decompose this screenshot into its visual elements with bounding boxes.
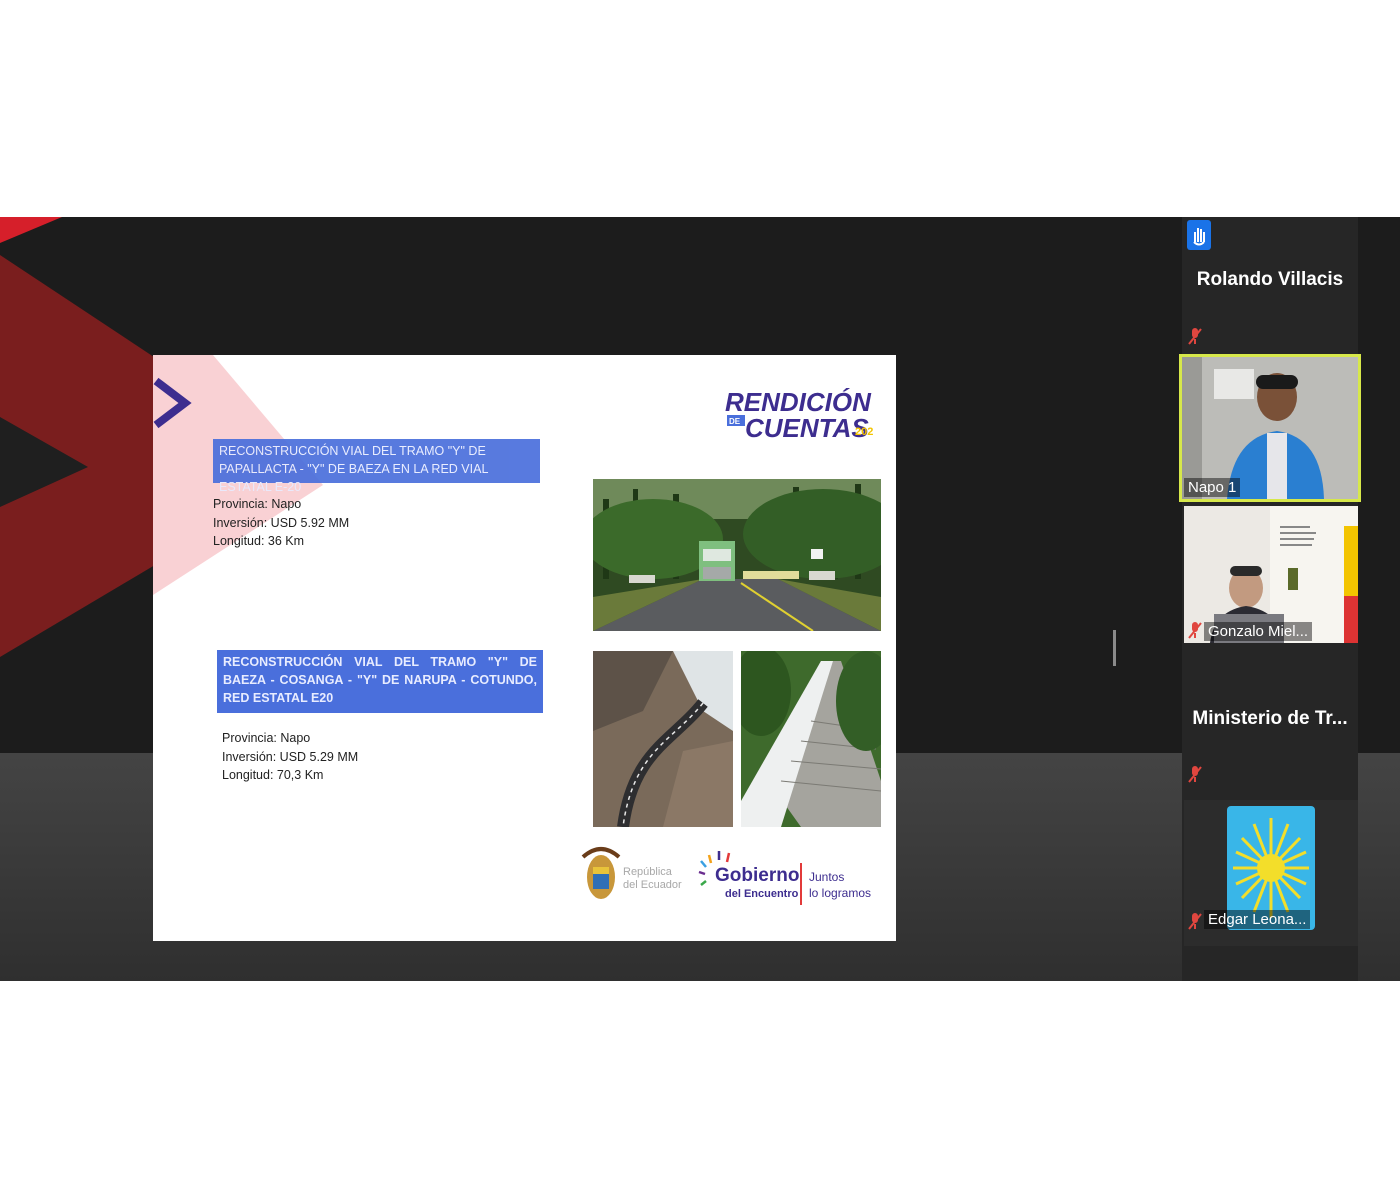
participant-name-gonzalo: Gonzalo Miel... [1204,622,1313,641]
participant-name-rolando: Rolando Villacis [1196,269,1344,290]
project2-info: Provincia: Napo Inversión: USD 5.29 MM L… [222,729,358,785]
mountain-road-photo [593,651,733,827]
ecuador-text: del Ecuador [623,879,682,891]
project1-investment: Inversión: USD 5.92 MM [213,515,350,530]
juntos-text: Juntos [809,870,844,884]
ecuador-coat-of-arms-icon [581,847,621,899]
participant-name-edgar: Edgar Leona... [1204,910,1311,929]
muted-mic-icon [1188,913,1202,930]
raised-hand-icon [1187,220,1211,250]
muted-mic-icon [1188,766,1202,783]
lo-logramos-text: lo logramos [809,886,871,900]
participant-name-napo-1: Napo 1 [1184,478,1241,497]
project2-investment: Inversión: USD 5.29 MM [222,749,359,764]
participant-name-ministerio: Ministerio de Tr... [1192,708,1348,729]
road-truck-photo [593,479,881,631]
video-tile-edgar[interactable]: Edgar Leona... [1184,800,1358,946]
encuentro-text: del Encuentro [725,888,799,900]
muted-mic-icon [1188,622,1202,639]
muted-mic-icon [1188,328,1202,345]
retaining-wall-photo [741,651,881,827]
project2-title: RECONSTRUCCIÓN VIAL DEL TRAMO "Y" DE BAE… [217,650,543,713]
project1-info: Provincia: Napo Inversión: USD 5.92 MM L… [213,495,349,551]
video-tile-gonzalo[interactable]: Gonzalo Miel... [1184,506,1358,643]
rendicion-cuentas-logo: RENDICIÓN DE CUENTAS 2021 [723,383,879,443]
video-tile-napo-1[interactable]: Napo 1 [1179,354,1361,502]
panel-resize-handle[interactable] [1113,630,1116,666]
rc-logo-year: 2021 [855,426,873,438]
footer-logos: República del Ecuador Gobierno del Encue… [579,839,879,909]
project1-title: RECONSTRUCCIÓN VIAL DEL TRAMO "Y" DE PAP… [213,439,540,494]
rc-logo-line2: CUENTAS [745,413,869,443]
republica-text: República [623,866,673,878]
project2-province: Provincia: Napo [222,731,311,745]
project1-length: Longitud: 36 Km [213,534,305,548]
project1-province: Provincia: Napo [213,497,302,511]
meeting-window: RENDICIÓN DE CUENTAS 2021 RECONSTRUCCIÓN… [0,217,1400,981]
shared-slide: RENDICIÓN DE CUENTAS 2021 RECONSTRUCCIÓN… [153,355,896,941]
rc-logo-de: DE [729,417,741,426]
project2-length: Longitud: 70,3 Km [222,768,324,782]
gobierno-text: Gobierno [715,865,799,886]
